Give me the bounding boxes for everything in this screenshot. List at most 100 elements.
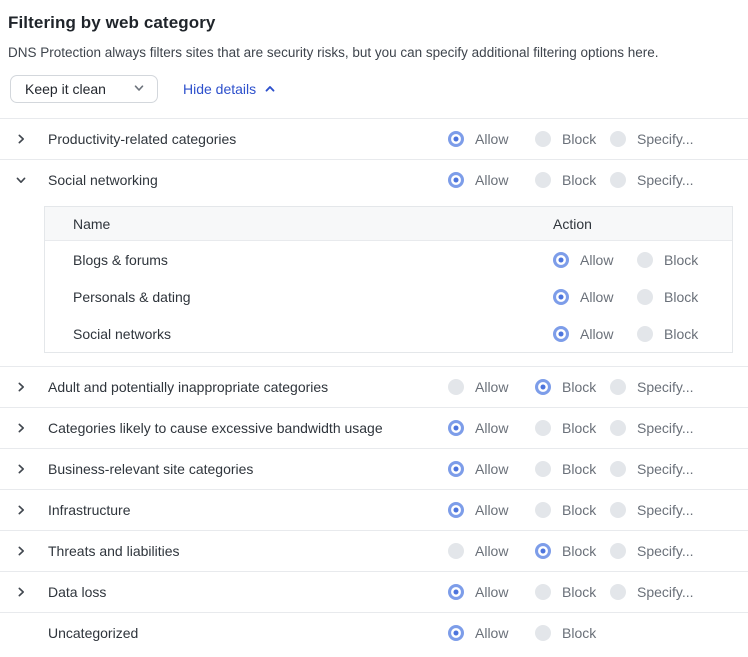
allow-radio[interactable] [448,502,464,518]
block-label: Block [562,625,596,641]
specify-option[interactable]: Specify... [610,131,694,147]
block-label: Block [664,289,698,305]
specify-radio[interactable] [610,379,626,395]
block-label: Block [562,584,596,600]
allow-radio[interactable] [448,379,464,395]
block-radio[interactable] [637,252,653,268]
specify-radio[interactable] [610,172,626,188]
block-option[interactable]: Block [535,625,610,641]
allow-radio[interactable] [553,289,569,305]
allow-option[interactable]: Allow [448,420,535,436]
allow-option[interactable]: Allow [448,461,535,477]
block-radio[interactable] [535,584,551,600]
block-option[interactable]: Block [637,252,698,268]
block-option[interactable]: Block [535,502,610,518]
category-label: Business-relevant site categories [48,461,253,477]
collapse-chevron-icon[interactable] [12,160,30,200]
category-label: Threats and liabilities [48,543,180,559]
allow-radio[interactable] [553,252,569,268]
page-header: Filtering by web category DNS Protection… [0,0,748,103]
block-option[interactable]: Block [535,131,610,147]
block-radio[interactable] [535,379,551,395]
block-option[interactable]: Block [535,461,610,477]
block-label: Block [562,543,596,559]
block-radio[interactable] [535,625,551,641]
specify-option[interactable]: Specify... [610,420,694,436]
category-row: Categories likely to cause excessive ban… [0,407,748,448]
expand-chevron-icon[interactable] [12,490,30,530]
block-radio[interactable] [535,172,551,188]
allow-radio[interactable] [553,326,569,342]
specify-label: Specify... [637,131,694,147]
subcategory-panel: NameActionBlogs & forumsAllowBlockPerson… [0,200,748,366]
specify-option[interactable]: Specify... [610,172,694,188]
allow-label: Allow [475,379,508,395]
allow-radio[interactable] [448,543,464,559]
preset-dropdown[interactable]: Keep it clean [10,75,158,103]
allow-option[interactable]: Allow [553,252,637,268]
block-radio[interactable] [535,420,551,436]
block-option[interactable]: Block [637,289,698,305]
category-row: Data lossAllowBlockSpecify... [0,571,748,612]
expand-chevron-icon[interactable] [12,408,30,448]
action-options: Allow Block Specify... [448,119,694,159]
specify-radio[interactable] [610,502,626,518]
allow-radio[interactable] [448,584,464,600]
block-label: Block [562,379,596,395]
allow-option[interactable]: Allow [448,172,535,188]
expand-chevron-icon[interactable] [12,367,30,407]
allow-option[interactable]: Allow [448,584,535,600]
allow-radio[interactable] [448,461,464,477]
allow-option[interactable]: Allow [448,131,535,147]
expand-chevron-icon[interactable] [12,119,30,159]
block-option[interactable]: Block [535,379,610,395]
allow-radio[interactable] [448,131,464,147]
specify-radio[interactable] [610,543,626,559]
category-row: UncategorizedAllowBlock [0,612,748,653]
action-options: AllowBlockSpecify... [448,408,694,448]
action-options: Allow Block Specify... [448,367,694,407]
allow-option[interactable]: Allow [553,326,637,342]
block-radio[interactable] [535,502,551,518]
specify-label: Specify... [637,461,694,477]
allow-radio[interactable] [448,625,464,641]
block-option[interactable]: Block [535,420,610,436]
expand-chevron-icon[interactable] [12,449,30,489]
specify-option[interactable]: Specify... [610,502,694,518]
action-options: AllowBlock [553,315,698,352]
specify-radio[interactable] [610,420,626,436]
specify-option[interactable]: Specify... [610,379,694,395]
block-radio[interactable] [535,131,551,147]
allow-label: Allow [475,543,508,559]
specify-option[interactable]: Specify... [610,584,694,600]
allow-option[interactable]: Allow [553,289,637,305]
specify-radio[interactable] [610,131,626,147]
expand-chevron-icon[interactable] [12,531,30,571]
category-row: Adult and potentially inappropriate cate… [0,366,748,407]
allow-label: Allow [475,131,508,147]
allow-radio[interactable] [448,420,464,436]
block-option[interactable]: Block [535,172,610,188]
block-option[interactable]: Block [535,543,610,559]
block-radio[interactable] [535,461,551,477]
allow-label: Allow [475,502,508,518]
specify-radio[interactable] [610,584,626,600]
block-radio[interactable] [637,289,653,305]
specify-label: Specify... [637,502,694,518]
category-list: Productivity-related categoriesAllowBloc… [0,118,748,653]
allow-option[interactable]: Allow [448,543,535,559]
specify-option[interactable]: Specify... [610,461,694,477]
allow-option[interactable]: Allow [448,379,535,395]
block-option[interactable]: Block [637,326,698,342]
allow-option[interactable]: Allow [448,502,535,518]
hide-details-link[interactable]: Hide details [183,81,276,97]
allow-option[interactable]: Allow [448,625,535,641]
allow-radio[interactable] [448,172,464,188]
block-radio[interactable] [637,326,653,342]
subtable-header-row: NameAction [45,207,732,241]
expand-chevron-icon[interactable] [12,572,30,612]
block-radio[interactable] [535,543,551,559]
block-option[interactable]: Block [535,584,610,600]
specify-radio[interactable] [610,461,626,477]
specify-option[interactable]: Specify... [610,543,694,559]
